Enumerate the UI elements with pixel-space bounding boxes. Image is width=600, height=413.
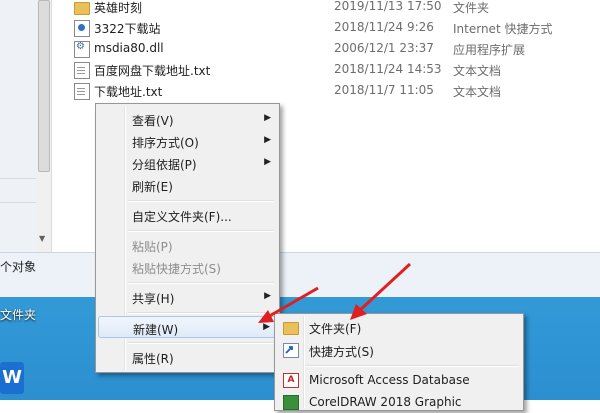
- file-name: 英雄时刻: [94, 1, 143, 15]
- scroll-down-arrow-icon[interactable]: ▼: [39, 234, 45, 243]
- menu-item-group[interactable]: 分组依据(P) ▶: [98, 152, 277, 174]
- file-date: 2018/11/24 14:53: [334, 62, 442, 76]
- folder-icon: [74, 2, 90, 15]
- text-file-icon: [74, 83, 90, 100]
- wps-icon[interactable]: W: [0, 362, 24, 394]
- menu-separator: [305, 365, 519, 367]
- menu-separator: [128, 282, 274, 284]
- menu-item-label: Microsoft Access Database: [309, 373, 470, 387]
- vertical-scrollbar[interactable]: ▼: [36, 0, 52, 252]
- nav-divider: [0, 178, 36, 179]
- file-type: 应用程序扩展: [453, 43, 526, 57]
- file-type: 文本文档: [453, 85, 502, 99]
- file-date: 2018/11/7 11:05: [334, 83, 434, 97]
- menu-item-label: 粘贴(P): [132, 240, 173, 254]
- menu-item-share[interactable]: 共享(H) ▶: [98, 286, 277, 308]
- file-date: 2006/12/1 23:37: [334, 41, 434, 55]
- access-database-icon: A: [283, 373, 299, 388]
- new-submenu: 文件夹(F) 快捷方式(S) A Microsoft Access Databa…: [274, 313, 524, 411]
- menu-item-label: 排序方式(O): [132, 136, 199, 150]
- desktop-folder-label[interactable]: 文件夹: [0, 306, 36, 323]
- submenu-arrow-icon: ▶: [263, 322, 270, 332]
- file-name: 百度网盘下载地址.txt: [94, 64, 211, 78]
- file-row[interactable]: 百度网盘下载地址.txt 2018/11/24 14:53 文本文档: [52, 59, 600, 81]
- menu-item-refresh[interactable]: 刷新(E): [98, 174, 277, 196]
- explorer-window: ▼ 英雄时刻 2019/11/13 17:50 文件夹 3322下载站 2018…: [0, 0, 600, 297]
- scrollbar-thumb[interactable]: [38, 0, 50, 172]
- submenu-item-coreldraw[interactable]: CorelDRAW 2018 Graphic: [277, 391, 521, 413]
- file-row[interactable]: 3322下载站 2018/11/24 9:26 Internet 快捷方式: [52, 17, 600, 39]
- nav-divider: [0, 202, 36, 203]
- menu-separator: [128, 200, 274, 202]
- text-file-icon: [74, 62, 90, 79]
- menu-item-label: 分组依据(P): [132, 158, 197, 172]
- submenu-arrow-icon: ▶: [264, 291, 271, 301]
- file-name: msdia80.dll: [94, 41, 164, 55]
- menu-item-new[interactable]: 新建(W) ▶: [98, 316, 277, 338]
- menu-item-label: 查看(V): [132, 114, 174, 128]
- menu-item-label: 刷新(E): [132, 180, 173, 194]
- menu-item-label: 自定义文件夹(F)...: [132, 210, 232, 224]
- menu-separator: [128, 230, 274, 232]
- file-type: 文本文档: [453, 64, 502, 78]
- menu-item-customize-folder[interactable]: 自定义文件夹(F)...: [98, 204, 277, 226]
- file-row[interactable]: 英雄时刻 2019/11/13 17:50 文件夹: [52, 0, 600, 18]
- menu-separator: [128, 312, 274, 314]
- submenu-arrow-icon: ▶: [264, 135, 271, 145]
- submenu-arrow-icon: ▶: [264, 113, 271, 123]
- file-type: Internet 快捷方式: [453, 22, 553, 36]
- shortcut-icon: [283, 343, 299, 358]
- folder-icon: [283, 322, 299, 335]
- menu-item-label: CorelDRAW 2018 Graphic: [309, 395, 462, 409]
- status-bar: 个对象: [0, 252, 600, 297]
- menu-item-label: 共享(H): [132, 292, 175, 306]
- submenu-item-shortcut[interactable]: 快捷方式(S): [277, 339, 521, 361]
- menu-item-paste-shortcut: 粘贴快捷方式(S): [98, 256, 277, 278]
- menu-item-label: 文件夹(F): [309, 322, 362, 336]
- menu-item-label: 粘贴快捷方式(S): [132, 262, 221, 276]
- menu-item-label: 快捷方式(S): [309, 345, 374, 359]
- context-menu: 查看(V) ▶ 排序方式(O) ▶ 分组依据(P) ▶ 刷新(E) 自定义文件夹…: [95, 103, 280, 373]
- menu-separator: [128, 342, 274, 344]
- menu-item-label: 属性(R): [132, 352, 174, 366]
- menu-item-view[interactable]: 查看(V) ▶: [98, 108, 277, 130]
- submenu-item-folder[interactable]: 文件夹(F): [277, 316, 521, 338]
- menu-item-paste: 粘贴(P): [98, 234, 277, 256]
- status-item-count: 个对象: [0, 260, 37, 274]
- file-date: 2018/11/24 9:26: [334, 20, 434, 34]
- menu-item-properties[interactable]: 属性(R): [98, 346, 277, 368]
- menu-item-sort[interactable]: 排序方式(O) ▶: [98, 130, 277, 152]
- internet-shortcut-icon: [74, 20, 90, 37]
- file-date: 2019/11/13 17:50: [334, 0, 442, 13]
- navigation-pane[interactable]: [0, 0, 37, 252]
- file-row[interactable]: 下载地址.txt 2018/11/7 11:05 文本文档: [52, 80, 600, 102]
- file-type: 文件夹: [453, 1, 490, 15]
- file-name: 下载地址.txt: [94, 85, 163, 99]
- menu-item-label: 新建(W): [133, 323, 179, 337]
- dll-file-icon: [74, 41, 90, 58]
- submenu-arrow-icon: ▶: [264, 157, 271, 167]
- file-row[interactable]: msdia80.dll 2006/12/1 23:37 应用程序扩展: [52, 38, 600, 60]
- coreldraw-icon: [283, 395, 299, 410]
- file-name: 3322下载站: [94, 22, 161, 36]
- submenu-item-access-database[interactable]: A Microsoft Access Database: [277, 369, 521, 391]
